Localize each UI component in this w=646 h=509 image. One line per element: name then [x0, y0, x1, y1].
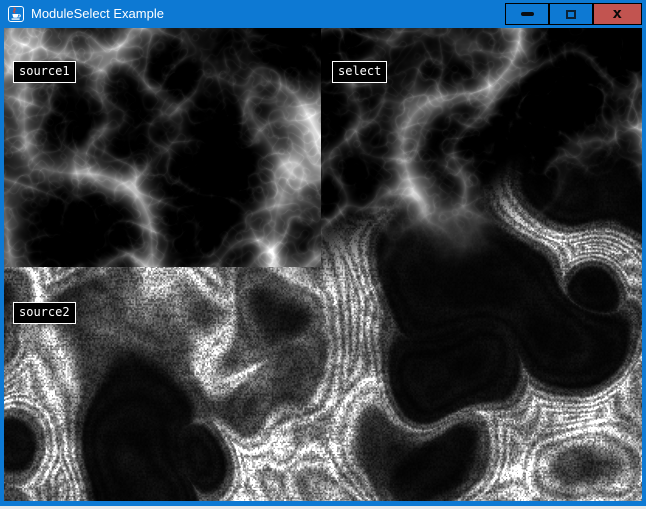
- maximize-icon: [566, 10, 576, 19]
- close-icon: x: [613, 7, 623, 21]
- close-button[interactable]: x: [593, 3, 642, 25]
- window-title: ModuleSelect Example: [31, 0, 164, 28]
- window-controls: x: [505, 3, 642, 25]
- maximize-button[interactable]: [549, 3, 593, 25]
- source2-label: source2: [13, 302, 76, 324]
- select-label: select: [332, 61, 387, 83]
- app-window: ModuleSelect Example x source1 select so…: [0, 0, 646, 506]
- minimize-button[interactable]: [505, 3, 549, 25]
- minimize-icon: [521, 12, 534, 16]
- java-coffee-cup-icon: [8, 6, 24, 22]
- render-area: source1 select source2: [4, 28, 642, 501]
- titlebar[interactable]: ModuleSelect Example x: [0, 0, 646, 28]
- source1-label: source1: [13, 61, 76, 83]
